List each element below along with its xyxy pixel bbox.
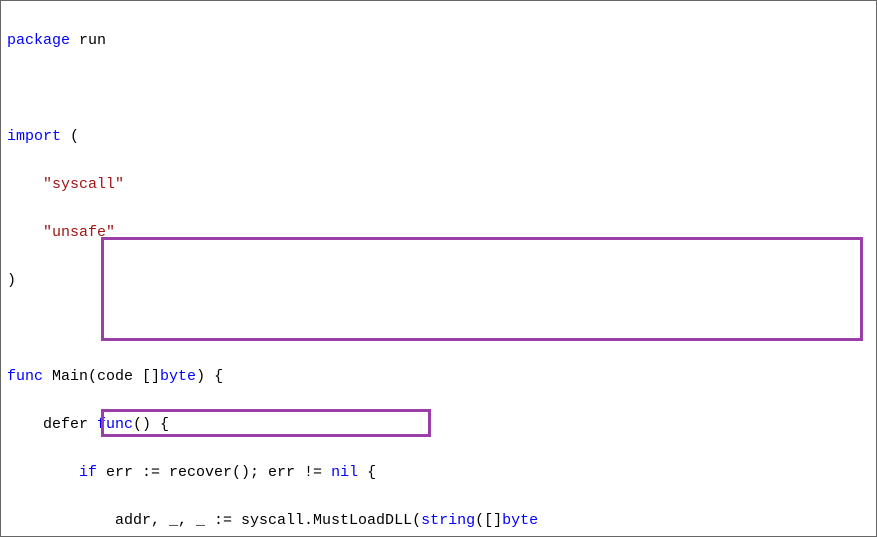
code-line: if err := recover(); err != nil { (7, 461, 870, 485)
code-line: ) (7, 269, 870, 293)
code-line: func Main(code []byte) { (7, 365, 870, 389)
code-line: addr, _, _ := syscall.MustLoadDLL(string… (7, 509, 870, 533)
code-line: "syscall" (7, 173, 870, 197)
code-line: package run (7, 29, 870, 53)
code-line (7, 77, 870, 101)
code-line: defer func() { (7, 413, 870, 437)
code-line (7, 317, 870, 341)
code-block: package run import ( "syscall" "unsafe" … (0, 0, 877, 537)
code-line: "unsafe" (7, 221, 870, 245)
code-line: import ( (7, 125, 870, 149)
